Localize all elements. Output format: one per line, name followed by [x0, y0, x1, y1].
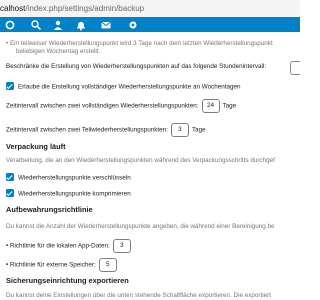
full-weekday-checkbox[interactable]	[6, 82, 14, 90]
local-policy-label: • Richtlinie für die lokalen App-Daten:	[6, 242, 110, 250]
contacts-icon[interactable]	[52, 18, 64, 30]
external-policy-label: • Richtlinie für externe Speicher:	[6, 261, 96, 269]
local-policy-row: • Richtlinie für die lokalen App-Daten: 3	[6, 239, 134, 253]
browser-address-bar[interactable]: calhost/index.php/settings/admin/backup	[0, 0, 300, 18]
url-path: /index.php/settings/admin/backup	[25, 4, 145, 13]
bell-icon[interactable]	[75, 18, 87, 31]
partial-interval-label: Zeitintervall zwischen zwei Teilwiederhe…	[6, 126, 168, 134]
url-host: calhost	[0, 4, 26, 13]
encrypt-checkbox[interactable]	[6, 173, 14, 181]
full-interval-unit: Tage	[222, 102, 237, 110]
retention-section-title: Aufbewahrungsrichtlinie	[6, 205, 93, 214]
local-policy-input[interactable]: 3	[112, 239, 131, 253]
full-interval-input[interactable]: 24	[201, 99, 220, 113]
full-weekday-option[interactable]: Erlaube die Erstellung vollständiger Wie…	[6, 82, 241, 92]
partial-interval-unit: Tage	[191, 126, 206, 134]
scrollbar[interactable]	[297, 32, 300, 300]
full-weekday-label: Erlaube die Erstellung vollständiger Wie…	[18, 83, 241, 91]
time-restriction-label: Beschränke die Erstellung von Wiederhers…	[6, 63, 267, 70]
search-icon[interactable]	[30, 18, 42, 31]
encrypt-option[interactable]: Wiederherstellungspunkte verschlüsseln	[6, 173, 131, 183]
export-description: Du kannst deine Einstellungen über die u…	[6, 292, 271, 299]
retention-description: Du kannst die Anzahl der Wiederherstellu…	[6, 223, 275, 230]
compress-checkbox[interactable]	[6, 189, 14, 197]
external-policy-row: • Richtlinie für externe Speicher: 5	[6, 258, 120, 272]
mail-icon[interactable]	[100, 18, 112, 30]
packing-section-title: Verpackung läuft	[6, 142, 66, 151]
circle-icon[interactable]	[4, 18, 16, 30]
encrypt-label: Wiederherstellungspunkte verschlüsseln	[18, 174, 131, 182]
export-section-title: Sicherungseinrichtung exportieren	[6, 276, 129, 285]
settings-icon[interactable]	[127, 18, 139, 30]
external-policy-input[interactable]: 5	[98, 258, 117, 272]
partial-interval-row: Zeitintervall zwischen zwei Teilwiederhe…	[6, 123, 206, 137]
compress-label: Wiederherstellungspunkte komprimieren	[18, 190, 131, 198]
backup-settings-content: • Ein teilweiser Wiederherstellungspunkt…	[0, 32, 300, 300]
full-interval-row: Zeitintervall zwischen zwei vollständige…	[6, 99, 236, 113]
partial-interval-input[interactable]: 3	[170, 123, 189, 137]
intro-line-1: • Ein teilweiser Wiederherstellungspunkt…	[6, 40, 273, 47]
packing-description: Verarbeitung, die an den Wiederherstellu…	[6, 157, 275, 164]
app-header	[0, 17, 300, 32]
full-interval-label: Zeitintervall zwischen zwei vollständige…	[6, 102, 199, 110]
intro-line-2: beliebigen Wochentag erstellt.	[16, 48, 101, 55]
compress-option[interactable]: Wiederherstellungspunkte komprimieren	[6, 189, 131, 199]
